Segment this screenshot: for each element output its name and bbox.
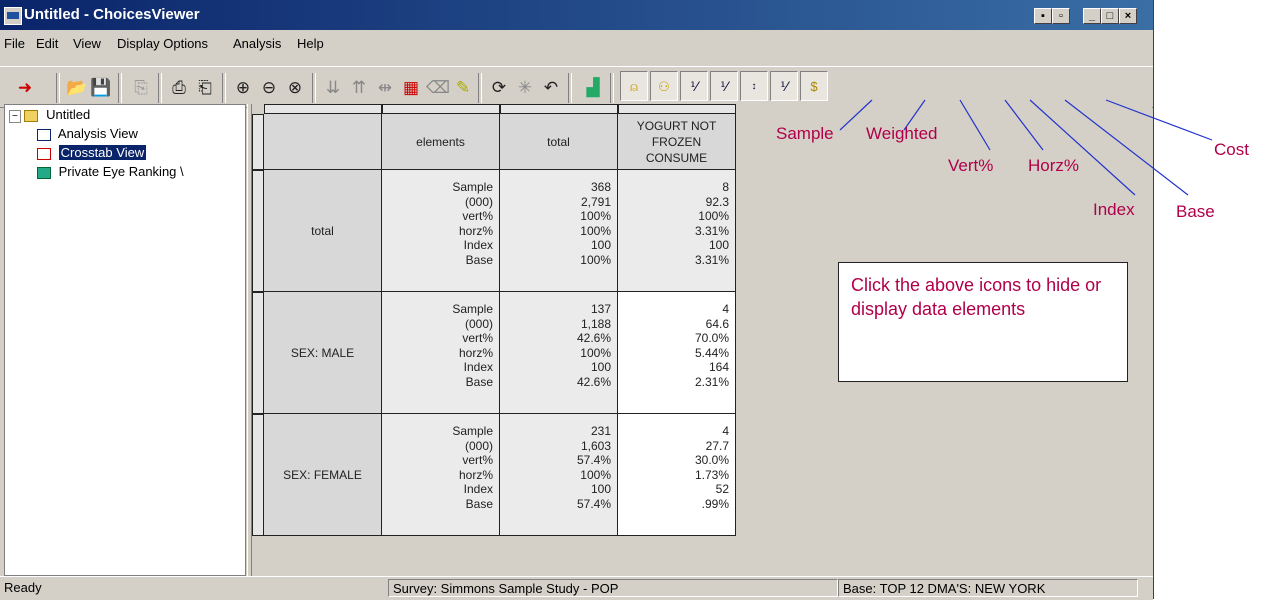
instruction-note: Click the above icons to hide or display… — [838, 262, 1128, 382]
pointer-vert — [959, 99, 991, 151]
callout-cost: Cost — [1214, 140, 1249, 159]
pointer-horz — [1004, 99, 1044, 151]
callout-index: Index — [1093, 200, 1135, 219]
callout-horz: Horz% — [1028, 156, 1080, 175]
callout-vert: Vert% — [948, 156, 994, 175]
pointer-cost — [1105, 99, 1213, 141]
callout-sample: Sample — [776, 124, 834, 143]
callout-weighted: Weighted — [866, 124, 938, 143]
pointer-base — [1064, 99, 1189, 196]
callout-base: Base — [1176, 202, 1215, 221]
